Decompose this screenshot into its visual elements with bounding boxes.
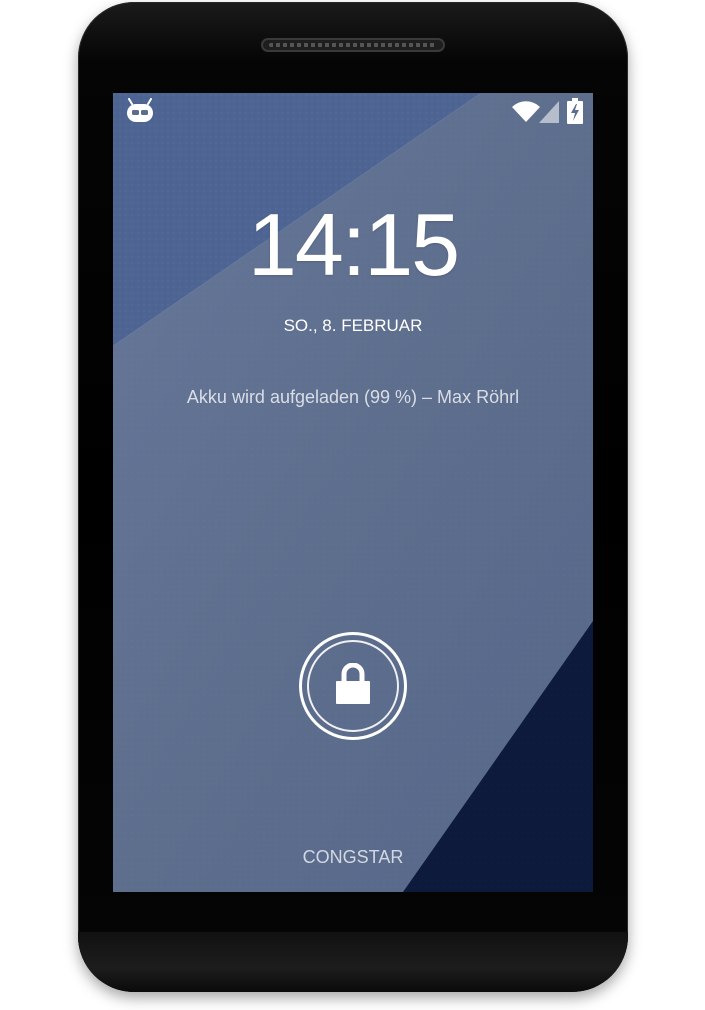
signal-icon xyxy=(539,101,559,123)
unlock-button[interactable] xyxy=(299,632,407,740)
earpiece-speaker xyxy=(261,38,445,52)
clock: 14:15 xyxy=(247,195,460,294)
charging-status: Akku wird aufgeladen (99 %) – Max Röhrl xyxy=(186,387,520,407)
phone-bottom-bezel xyxy=(78,932,628,992)
lock-icon xyxy=(336,663,370,704)
wifi-icon xyxy=(512,101,540,122)
cyanogenmod-icon xyxy=(127,98,153,122)
date-label: SO., 8. FEBRUAR xyxy=(283,316,423,335)
carrier-label: CONGSTAR xyxy=(302,847,404,867)
status-bar xyxy=(113,93,593,127)
lock-screen: 14:15 SO., 8. FEBRUAR Akku wird aufgelad… xyxy=(113,93,593,892)
battery-charging-icon xyxy=(567,98,583,124)
